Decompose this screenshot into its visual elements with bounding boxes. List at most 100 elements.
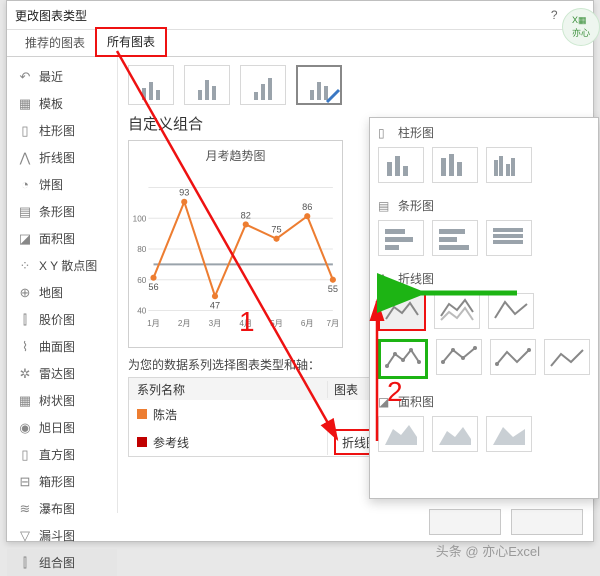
combo-subtype-3[interactable] (240, 65, 286, 105)
svg-text:100: 100 (133, 214, 147, 223)
gallery-item[interactable] (378, 147, 424, 183)
sidebar-item-line[interactable]: ⋀折线图 (7, 144, 117, 171)
sidebar-item-bar[interactable]: ▤条形图 (7, 198, 117, 225)
gallery-item-line-basic[interactable] (378, 293, 426, 331)
sidebar-item-recent[interactable]: ↶ 最近 (7, 63, 117, 90)
sidebar-item-label: 曲面图 (39, 338, 75, 355)
gallery-item[interactable] (378, 416, 424, 452)
sidebar-item-label: 柱形图 (39, 122, 75, 139)
map-icon: ⊕ (17, 285, 33, 301)
gallery-cat-line: ⋀折线图 (370, 264, 598, 289)
gallery-item[interactable] (432, 147, 478, 183)
sidebar-item-sunburst[interactable]: ◉旭日图 (7, 414, 117, 441)
sidebar-item-label: 树状图 (39, 392, 75, 409)
svg-text:93: 93 (179, 188, 189, 198)
sidebar-item-waterfall[interactable]: ≋瀑布图 (7, 495, 117, 522)
gallery-item[interactable] (544, 339, 590, 375)
funnel-icon: ▽ (17, 528, 33, 544)
radar-icon: ✲ (17, 366, 33, 382)
gallery-item[interactable] (486, 416, 532, 452)
gallery-cat-area: ◪面积图 (370, 387, 598, 412)
sidebar-item-funnel[interactable]: ▽ 漏斗图 (7, 522, 117, 549)
sidebar-item-label: 雷达图 (39, 365, 75, 382)
histogram-icon: ▯ (17, 447, 33, 463)
sidebar-item-label: 股价图 (39, 311, 75, 328)
area-icon: ◪ (378, 395, 392, 409)
sidebar-item-area[interactable]: ◪面积图 (7, 225, 117, 252)
svg-text:82: 82 (241, 210, 251, 220)
line-icon: ⋀ (378, 272, 392, 286)
cancel-button[interactable] (511, 509, 583, 535)
sidebar-item-histogram[interactable]: ▯ 直方图 (7, 441, 117, 468)
sidebar-item-label: 条形图 (39, 203, 75, 220)
sidebar-item-label: 组合图 (39, 554, 75, 571)
gallery-item[interactable] (378, 220, 424, 256)
gallery-item[interactable] (432, 220, 478, 256)
sidebar-item-treemap[interactable]: ▦ 树状图 (7, 387, 117, 414)
svg-text:6月: 6月 (301, 319, 314, 328)
combo-subtype-1[interactable] (128, 65, 174, 105)
svg-text:3月: 3月 (209, 319, 222, 328)
sidebar-item-templates[interactable]: ▦模板 (7, 90, 117, 117)
help-button[interactable]: ? (551, 8, 558, 22)
sidebar-item-label: 直方图 (39, 446, 75, 463)
gallery-item[interactable] (436, 339, 482, 375)
gallery-item[interactable] (434, 293, 480, 329)
sidebar-item-label: 旭日图 (39, 419, 75, 436)
series-col-name: 系列名称 (129, 381, 327, 398)
combo-subtype-row (128, 65, 583, 105)
sidebar-item-label: 箱形图 (39, 473, 75, 490)
bar-icon: ▤ (378, 199, 392, 213)
treemap-icon: ▦ (17, 393, 33, 409)
sidebar-item-boxwhisker[interactable]: ⊟ 箱形图 (7, 468, 117, 495)
sidebar-item-label: 最近 (39, 68, 63, 85)
sidebar-item-stock[interactable]: ⫿股价图 (7, 306, 117, 333)
dialog-title: 更改图表类型 (15, 7, 87, 24)
sidebar-item-label: 漏斗图 (39, 527, 75, 544)
tab-recommended[interactable]: 推荐的图表 (15, 30, 95, 56)
gallery-scroll[interactable]: ▯柱形图 ▤条形图 ⋀折线图 (370, 118, 598, 498)
sidebar-item-label: 饼图 (39, 176, 63, 193)
sidebar-item-combo[interactable]: ⫿组合图 (7, 549, 117, 576)
sidebar-item-scatter[interactable]: ⁘X Y 散点图 (7, 252, 117, 279)
gallery-item[interactable] (486, 147, 532, 183)
ok-button[interactable] (429, 509, 501, 535)
svg-text:86: 86 (302, 202, 312, 212)
svg-text:56: 56 (148, 282, 158, 292)
svg-text:40: 40 (137, 307, 147, 316)
surface-icon: ⌇ (17, 339, 33, 355)
sidebar-item-radar[interactable]: ✲ 雷达图 (7, 360, 117, 387)
gallery-item[interactable] (486, 220, 532, 256)
scatter-icon: ⁘ (17, 258, 33, 274)
sidebar-item-surface[interactable]: ⌇ 曲面图 (7, 333, 117, 360)
svg-text:4月: 4月 (239, 319, 252, 328)
column-icon: ▯ (17, 123, 33, 139)
sidebar-item-pie[interactable]: ◔ 饼图 (7, 171, 117, 198)
sidebar-item-column[interactable]: ▯ 柱形图 (7, 117, 117, 144)
line-icon: ⋀ (17, 150, 33, 166)
gallery-item[interactable] (432, 416, 478, 452)
column-icon: ▯ (378, 126, 392, 140)
area-icon: ◪ (17, 231, 33, 247)
template-icon: ▦ (17, 96, 33, 112)
series-name: 参考线 (153, 434, 189, 451)
content-pane: 自定义组合 月考趋势图 (118, 57, 593, 513)
svg-text:5月: 5月 (270, 319, 283, 328)
brand-logo: X▦亦心 (562, 8, 600, 46)
combo-subtype-2[interactable] (184, 65, 230, 105)
sidebar-item-map[interactable]: ⊕地图 (7, 279, 117, 306)
svg-text:75: 75 (271, 225, 281, 235)
series-swatch (137, 409, 147, 419)
gallery-cat-column: ▯柱形图 (370, 118, 598, 143)
gallery-item[interactable] (488, 293, 534, 329)
svg-text:80: 80 (137, 245, 147, 254)
pie-icon: ◔ (17, 177, 33, 192)
combo-subtype-custom[interactable] (296, 65, 342, 105)
gallery-item-line-markers[interactable] (378, 339, 428, 379)
titlebar: 更改图表类型 ? ✕ (7, 1, 593, 30)
recent-icon: ↶ (17, 69, 33, 85)
box-icon: ⊟ (17, 474, 33, 490)
tab-all-charts[interactable]: 所有图表 (95, 27, 167, 57)
gallery-item[interactable] (490, 339, 536, 375)
tab-strip: 推荐的图表 所有图表 (7, 30, 593, 57)
